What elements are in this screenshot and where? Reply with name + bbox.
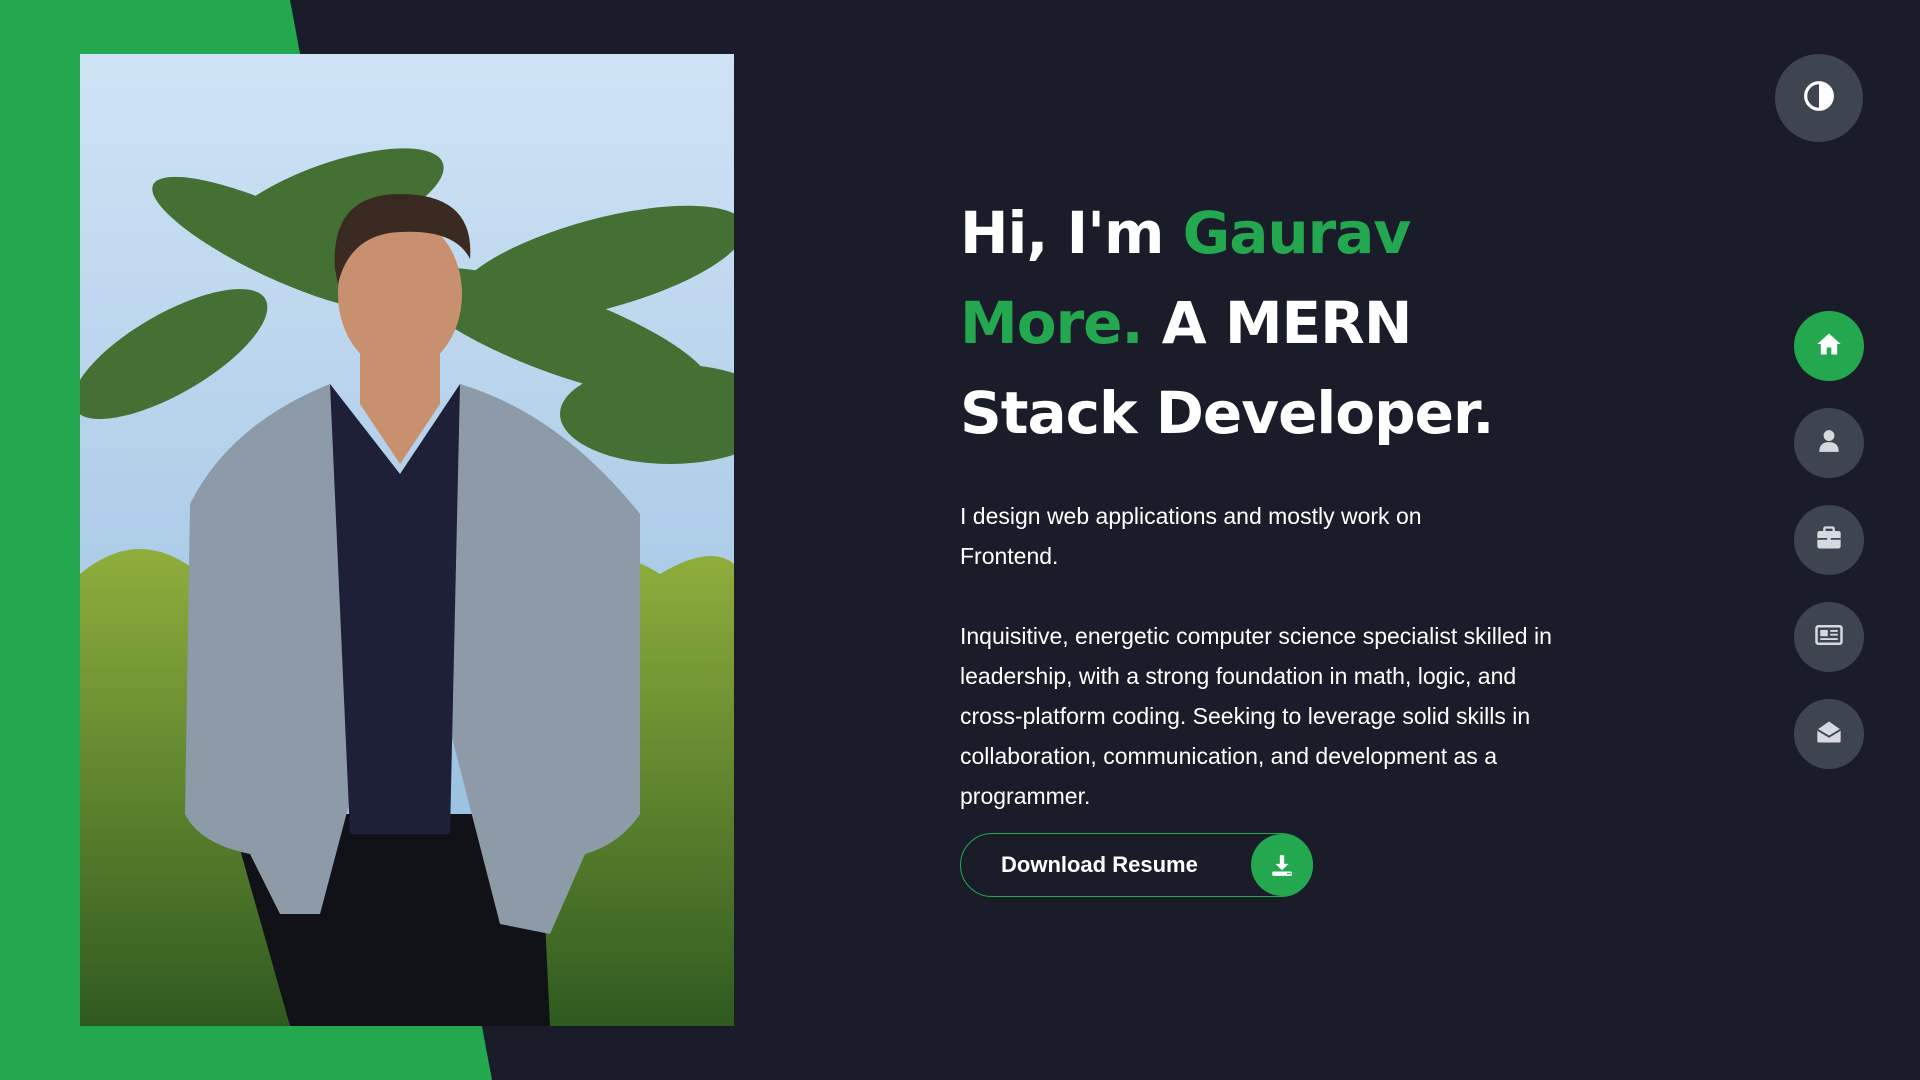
name-last: More. <box>960 289 1144 357</box>
nav-about-button[interactable] <box>1794 408 1864 478</box>
briefcase-icon <box>1815 524 1843 556</box>
home-icon <box>1815 330 1843 362</box>
theme-toggle-button[interactable] <box>1775 54 1863 142</box>
nav-contact-button[interactable] <box>1794 699 1864 769</box>
headline: Hi, I'm Gaurav More. A MERN Stack Develope… <box>960 188 1580 458</box>
side-navigation <box>1794 311 1864 796</box>
contrast-icon <box>1803 80 1835 116</box>
mail-icon <box>1815 718 1843 750</box>
download-icon <box>1251 834 1313 896</box>
download-resume-button[interactable]: Download Resume <box>960 833 1313 897</box>
nav-blog-button[interactable] <box>1794 602 1864 672</box>
profile-photo-illustration <box>80 54 734 1026</box>
user-icon <box>1816 428 1842 458</box>
hero-section: Hi, I'm Gaurav More. A MERN Stack Develope… <box>960 188 1580 816</box>
profile-photo <box>80 54 734 1026</box>
download-resume-label: Download Resume <box>1001 852 1198 877</box>
portfolio-icon <box>1814 620 1844 654</box>
nav-home-button[interactable] <box>1794 311 1864 381</box>
role-line-2: Stack Developer. <box>960 379 1494 447</box>
nav-portfolio-button[interactable] <box>1794 505 1864 575</box>
role-line-1: A MERN <box>1142 289 1413 357</box>
greeting-text: Hi, I'm <box>960 199 1183 267</box>
bio-text: Inquisitive, energetic computer science … <box>960 623 1552 809</box>
name-first: Gaurav <box>1182 199 1412 267</box>
intro-text: I design web applications and mostly wor… <box>960 503 1422 569</box>
